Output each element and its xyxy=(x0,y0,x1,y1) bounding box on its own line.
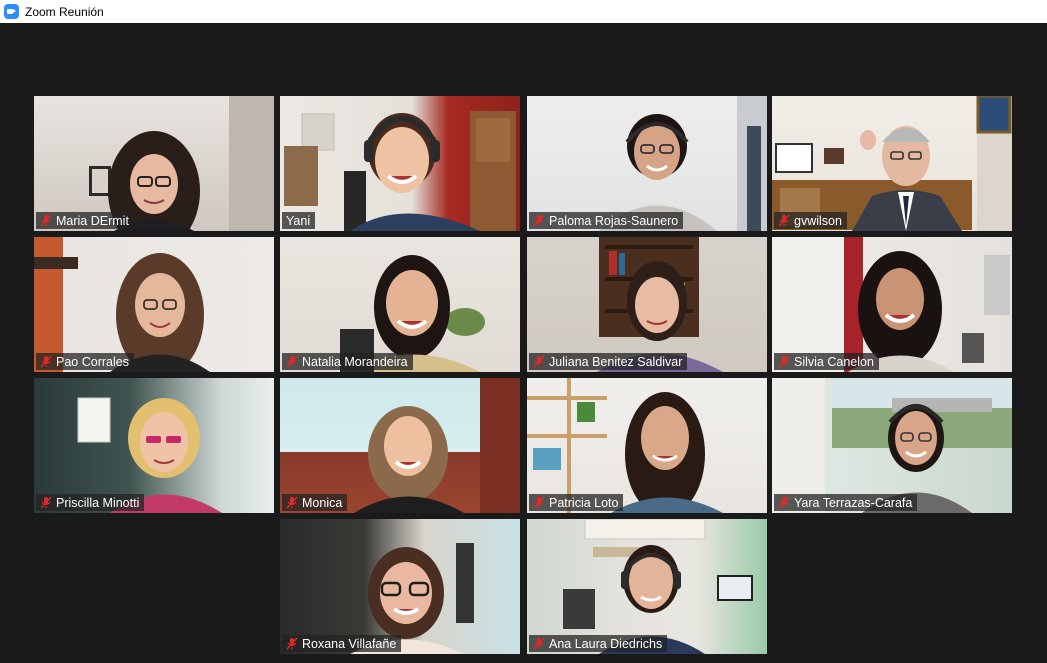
participant-video xyxy=(77,397,222,513)
participant-name: Maria DErmit xyxy=(56,213,129,228)
mic-muted-icon xyxy=(778,214,790,227)
participant-name: Pao Corrales xyxy=(56,354,129,369)
mic-muted-icon xyxy=(533,355,545,368)
participant-name: Yani xyxy=(286,213,311,228)
participant-name: Ana Laura Diedrichs xyxy=(549,636,663,651)
title-bar: Zoom Reunión xyxy=(0,0,1047,23)
video-tile[interactable]: Maria DErmit xyxy=(34,96,274,231)
participant-name: Yara Terrazas-Carafa xyxy=(794,495,913,510)
participant-nameplate: Patricia Loto xyxy=(529,494,624,511)
participant-nameplate: Yani xyxy=(282,212,316,229)
participant-name: gvwilson xyxy=(794,213,842,228)
participant-video xyxy=(563,519,753,654)
participant-nameplate: Juliana Benitez Saldivar xyxy=(529,353,688,370)
participant-video xyxy=(597,237,723,372)
video-tile[interactable]: Roxana Villafañe xyxy=(280,519,520,654)
video-tile[interactable]: Paloma Rojas-Saunero xyxy=(527,96,767,231)
participant-video xyxy=(340,255,485,372)
participant-name: Roxana Villafañe xyxy=(302,636,397,651)
video-gallery: Maria DErmit Yani Paloma Rojas-Saunero g… xyxy=(0,23,1047,663)
video-tile[interactable]: Monica xyxy=(280,378,520,513)
participant-name: Juliana Benitez Saldivar xyxy=(549,354,683,369)
participant-nameplate: Maria DErmit xyxy=(36,212,134,229)
participant-video xyxy=(527,378,723,513)
mic-muted-icon xyxy=(778,496,790,509)
mic-muted-icon xyxy=(40,496,52,509)
mic-muted-icon xyxy=(533,637,545,650)
participant-nameplate: Roxana Villafañe xyxy=(282,635,402,652)
participant-name: Monica xyxy=(302,495,343,510)
zoom-camera-icon xyxy=(4,4,19,19)
participant-nameplate: Priscilla Minotti xyxy=(36,494,145,511)
mic-muted-icon xyxy=(533,214,545,227)
video-tile[interactable]: Silvia Canelon xyxy=(772,237,1012,372)
mic-muted-icon xyxy=(286,637,298,650)
participant-video xyxy=(848,251,1010,372)
participant-name: Silvia Canelon xyxy=(794,354,874,369)
participant-name: Priscilla Minotti xyxy=(56,495,140,510)
video-tile-active-speaker[interactable]: Yani xyxy=(280,96,520,231)
participant-nameplate: Paloma Rojas-Saunero xyxy=(529,212,684,229)
participant-video xyxy=(34,253,210,372)
participant-nameplate: Silvia Canelon xyxy=(774,353,879,370)
video-tile[interactable]: Yara Terrazas-Carafa xyxy=(772,378,1012,513)
mic-muted-icon xyxy=(286,496,298,509)
participant-nameplate: Pao Corrales xyxy=(36,353,134,370)
window-title: Zoom Reunión xyxy=(25,4,104,19)
mic-muted-icon xyxy=(778,355,790,368)
video-tile[interactable]: Priscilla Minotti xyxy=(34,378,274,513)
video-tile[interactable]: Pao Corrales xyxy=(34,237,274,372)
participant-nameplate: Yara Terrazas-Carafa xyxy=(774,494,918,511)
mic-muted-icon xyxy=(40,355,52,368)
participant-name: Patricia Loto xyxy=(549,495,619,510)
video-tile[interactable]: Juliana Benitez Saldivar xyxy=(527,237,767,372)
participant-video xyxy=(832,378,1012,513)
participant-name: Paloma Rojas-Saunero xyxy=(549,213,679,228)
participant-video xyxy=(89,96,274,231)
participant-nameplate: gvwilson xyxy=(774,212,847,229)
mic-muted-icon xyxy=(40,214,52,227)
participant-video xyxy=(350,543,474,654)
participant-nameplate: Monica xyxy=(282,494,348,511)
participant-name: Natalia Morandeira xyxy=(302,354,408,369)
participant-nameplate: Natalia Morandeira xyxy=(282,353,413,370)
participant-video xyxy=(354,378,520,513)
participant-video xyxy=(599,96,767,231)
participant-nameplate: Ana Laura Diedrichs xyxy=(529,635,668,652)
video-tile[interactable]: Ana Laura Diedrichs xyxy=(527,519,767,654)
participant-video xyxy=(772,96,1012,231)
participant-video xyxy=(284,111,516,231)
video-tile[interactable]: Natalia Morandeira xyxy=(280,237,520,372)
mic-muted-icon xyxy=(533,496,545,509)
video-tile[interactable]: gvwilson xyxy=(772,96,1012,231)
video-tile[interactable]: Patricia Loto xyxy=(527,378,767,513)
mic-muted-icon xyxy=(286,355,298,368)
